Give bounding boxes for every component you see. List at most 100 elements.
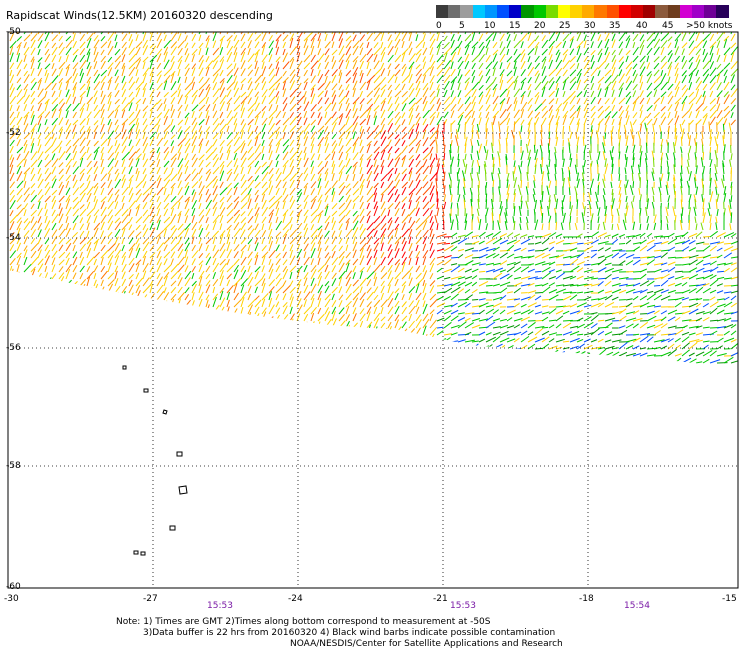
wind-barb xyxy=(247,175,253,182)
wind-barb xyxy=(275,301,280,308)
wind-barb xyxy=(569,325,579,329)
wind-barb xyxy=(408,216,412,224)
wind-barb xyxy=(513,160,516,168)
wind-barb xyxy=(128,224,133,231)
wind-barb xyxy=(58,140,63,147)
wind-barb xyxy=(135,314,142,322)
wind-barb xyxy=(198,32,204,35)
wind-barb xyxy=(499,281,511,287)
wind-barb xyxy=(226,279,231,287)
wind-barb xyxy=(443,276,451,280)
wind-barb xyxy=(128,346,135,357)
wind-barb xyxy=(30,105,34,112)
wind-barb xyxy=(254,41,260,49)
wind-barb xyxy=(513,302,520,308)
wind-barb xyxy=(422,159,428,168)
wind-barb xyxy=(394,189,399,196)
wind-barb xyxy=(44,304,50,315)
wind-barb xyxy=(219,47,224,56)
wind-barb xyxy=(338,294,344,301)
wind-barb xyxy=(387,340,396,350)
wind-barb xyxy=(268,54,273,63)
wind-barb xyxy=(247,53,255,63)
wind-barb xyxy=(429,285,435,294)
wind-barb xyxy=(429,298,438,308)
wind-barb xyxy=(595,201,599,210)
wind-barb xyxy=(65,333,73,343)
wind-barb xyxy=(156,284,164,294)
wind-barb xyxy=(275,307,281,315)
wind-barb xyxy=(233,308,238,315)
wind-barb xyxy=(226,74,233,84)
wind-barb xyxy=(114,48,121,56)
wind-barb xyxy=(387,335,392,343)
wind-barb xyxy=(79,272,84,280)
wind-barb xyxy=(198,203,202,210)
wind-barb xyxy=(625,260,634,266)
wind-barb xyxy=(604,247,611,252)
wind-barb xyxy=(72,62,79,70)
wind-barb xyxy=(478,298,486,301)
wind-barb xyxy=(121,102,130,112)
wind-barb xyxy=(303,237,309,245)
wind-barb xyxy=(135,168,139,175)
wind-barb xyxy=(604,290,613,294)
wind-barb xyxy=(170,32,177,35)
wind-barb xyxy=(408,220,416,231)
wind-barb xyxy=(254,295,260,301)
wind-barb xyxy=(114,349,119,357)
wind-barb xyxy=(23,274,29,280)
wind-barb xyxy=(170,280,177,287)
wind-barb xyxy=(247,353,253,364)
wind-barb xyxy=(513,166,517,175)
wind-barb xyxy=(254,229,261,238)
wind-barb xyxy=(37,151,44,161)
wind-barb xyxy=(688,68,697,77)
wind-barb xyxy=(513,121,516,133)
wind-barb xyxy=(9,250,17,259)
wind-barb xyxy=(422,243,427,252)
wind-barb xyxy=(191,228,197,238)
wind-barb xyxy=(408,266,414,273)
wind-barb xyxy=(436,338,447,343)
wind-barb xyxy=(58,259,65,266)
wind-barb xyxy=(345,77,352,84)
wind-barb xyxy=(408,286,416,294)
wind-barb xyxy=(338,84,343,91)
wind-barb xyxy=(86,294,92,301)
wind-barb xyxy=(387,257,394,266)
wind-barb xyxy=(114,160,119,168)
wind-barb xyxy=(268,130,277,140)
wind-barb xyxy=(219,201,224,210)
wind-barb xyxy=(611,125,614,133)
wind-barb xyxy=(282,314,289,322)
wind-barb xyxy=(569,95,577,105)
wind-barb xyxy=(79,118,86,126)
wind-barb xyxy=(597,105,604,112)
wind-barb xyxy=(226,182,232,189)
wind-barb xyxy=(660,345,668,350)
wind-barb xyxy=(142,111,147,119)
wind-barb xyxy=(100,286,105,294)
wind-barb xyxy=(387,152,391,161)
wind-barb xyxy=(464,53,470,63)
wind-barb xyxy=(191,308,197,315)
wind-barb xyxy=(464,260,474,266)
wind-barb xyxy=(506,253,515,259)
wind-barb xyxy=(338,124,346,133)
wind-barb xyxy=(681,331,690,336)
wind-barb xyxy=(121,305,125,315)
wind-barb xyxy=(93,140,99,147)
wind-barb xyxy=(191,117,197,126)
wind-barb xyxy=(653,330,661,336)
wind-barb xyxy=(268,279,276,287)
wind-barb xyxy=(149,188,153,196)
wind-barb xyxy=(226,354,236,364)
wind-barb xyxy=(198,125,203,133)
wind-barb xyxy=(639,97,645,105)
wind-barb xyxy=(163,320,169,329)
wind-barb xyxy=(562,69,568,77)
wind-barb xyxy=(478,338,486,343)
wind-barb xyxy=(422,196,427,203)
wind-barb xyxy=(435,153,438,161)
